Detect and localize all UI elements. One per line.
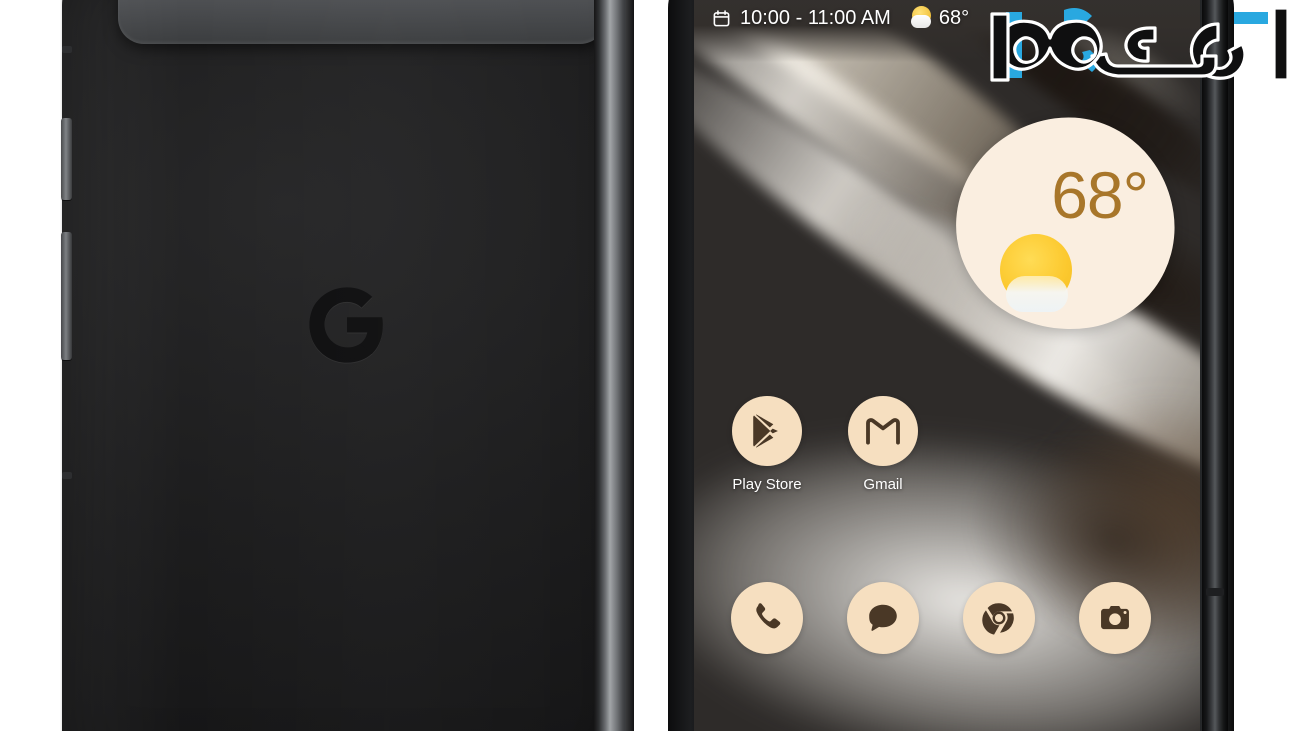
product-image-stage: Coffee with Robin in 30 min 10:00 - 11:0…	[0, 0, 1300, 731]
gmail-icon	[848, 396, 918, 466]
camera-visor-bar	[118, 0, 606, 44]
at-a-glance-temperature: 68°	[938, 7, 970, 29]
pixel-rear-panel	[44, 0, 634, 731]
dock-icon-phone[interactable]	[731, 582, 803, 654]
app-icon-gmail[interactable]: Gmail	[848, 396, 918, 493]
pixel-front-display: Coffee with Robin in 30 min 10:00 - 11:0…	[668, 0, 1238, 731]
camera-icon	[1079, 582, 1151, 654]
dock	[731, 582, 1151, 654]
right-side-rail	[594, 0, 634, 731]
right-display-rail	[1202, 0, 1228, 731]
volume-rocker[interactable]	[61, 232, 72, 360]
at-a-glance-weather[interactable]: 68°	[910, 6, 969, 30]
sun-behind-cloud-icon	[1000, 234, 1078, 312]
dock-icon-messages[interactable]	[847, 582, 919, 654]
dock-icon-camera[interactable]	[1079, 582, 1151, 654]
home-screen[interactable]: Coffee with Robin in 30 min 10:00 - 11:0…	[694, 0, 1200, 731]
app-icon-play-store[interactable]: Play Store	[732, 396, 802, 493]
chrome-icon	[963, 582, 1035, 654]
at-a-glance-time: 10:00 - 11:00 AM	[740, 7, 891, 29]
play-store-icon	[732, 396, 802, 466]
app-label: Gmail	[863, 476, 903, 493]
rail-nub-top	[1206, 70, 1224, 78]
phone-icon	[731, 582, 803, 654]
messages-icon	[847, 582, 919, 654]
weather-temperature: 68°	[1051, 158, 1148, 232]
app-label: Play Store	[732, 476, 802, 493]
at-a-glance-details: 10:00 - 11:00 AM 68°	[712, 6, 1182, 30]
weather-widget[interactable]: 68°	[942, 103, 1188, 345]
dock-icon-chrome[interactable]	[963, 582, 1035, 654]
calendar-icon	[713, 9, 730, 26]
rail-nub-top	[62, 46, 72, 53]
sun-cloud-icon	[910, 6, 934, 30]
rear-glass-body	[62, 0, 622, 731]
app-grid: Play Store Gmail	[732, 396, 918, 493]
at-a-glance-widget[interactable]: Coffee with Robin in 30 min 10:00 - 11:0…	[712, 0, 1182, 30]
rail-nub-bottom	[1206, 588, 1224, 596]
right-rail-edge	[625, 0, 634, 731]
power-button[interactable]	[61, 118, 72, 200]
google-g-logo-icon	[304, 280, 390, 370]
rail-nub-bottom	[62, 472, 72, 479]
